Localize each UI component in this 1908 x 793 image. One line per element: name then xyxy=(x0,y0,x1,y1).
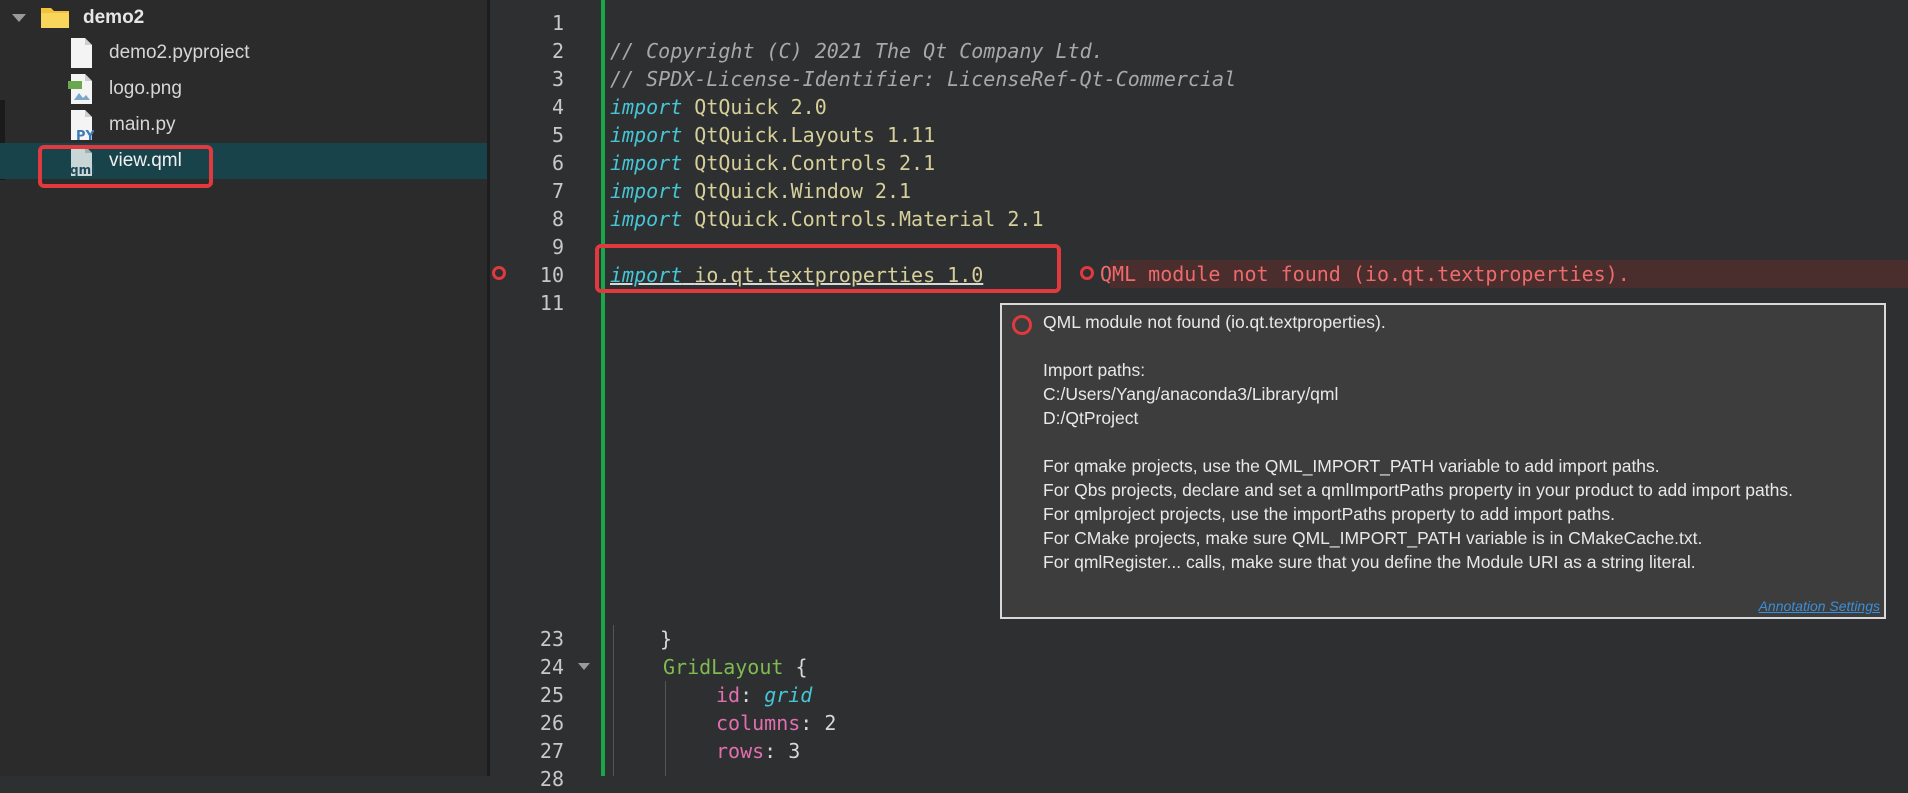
tooltip-hint: For Qbs projects, declare and set a qmlI… xyxy=(1043,480,1793,500)
comment: // Copyright (C) 2021 The Qt Company Ltd… xyxy=(610,39,1104,63)
code-line-2: // Copyright (C) 2021 The Qt Company Ltd… xyxy=(610,37,1104,65)
line-number: 9 xyxy=(551,235,564,259)
line-number: 26 xyxy=(539,711,564,735)
changed-lines-bar xyxy=(601,0,605,776)
line-number: 6 xyxy=(551,151,564,175)
type-name: GridLayout xyxy=(663,655,784,679)
code-line-7: import QtQuick.Window 2.1 xyxy=(610,177,911,205)
colon: : xyxy=(764,739,789,763)
tooltip-import-paths-label: Import paths: xyxy=(1043,360,1146,380)
module-name: QtQuick.Controls.Material 2.1 xyxy=(694,207,1044,231)
line-number: 23 xyxy=(539,627,564,651)
code-line-24: GridLayout { xyxy=(663,653,808,681)
code-line-4: import QtQuick 2.0 xyxy=(610,93,827,121)
tree-item-logo-png[interactable]: logo.png xyxy=(0,71,487,107)
line-number: 11 xyxy=(539,291,564,315)
line-number: 4 xyxy=(551,95,564,119)
code-line-5: import QtQuick.Layouts 1.11 xyxy=(610,121,935,149)
code-editor[interactable]: 1 2 3 4 5 6 7 8 9 10 11 23 24 25 26 27 2… xyxy=(490,0,1908,791)
keyword: import xyxy=(610,179,683,203)
line-number: 25 xyxy=(539,683,564,707)
tree-item-main-py[interactable]: PY main.py xyxy=(0,107,487,143)
module-name: QtQuick.Layouts 1.11 xyxy=(694,123,936,147)
property-name: rows xyxy=(716,739,765,763)
project-tree: demo2 demo2.pyproject logo.png PY main.p… xyxy=(0,0,487,776)
error-marker-icon[interactable] xyxy=(492,266,506,280)
tree-item-label: logo.png xyxy=(109,78,182,99)
indent-guide xyxy=(613,625,614,776)
id-value: grid xyxy=(764,683,813,707)
fold-arrow-icon[interactable] xyxy=(578,663,590,670)
annotation-settings-link[interactable]: Annotation Settings xyxy=(1759,598,1880,614)
line-number: 24 xyxy=(539,655,564,679)
tooltip-import-path: D:/QtProject xyxy=(1043,408,1139,428)
keyword: import xyxy=(610,123,683,147)
tooltip-hint: For qmake projects, use the QML_IMPORT_P… xyxy=(1043,456,1660,476)
chevron-down-icon[interactable] xyxy=(12,14,26,22)
error-icon xyxy=(1012,315,1032,335)
keyword: import xyxy=(610,151,683,175)
svg-text:PY: PY xyxy=(76,129,94,141)
line-number: 28 xyxy=(539,767,564,791)
colon: : xyxy=(800,711,825,735)
tree-item-label: main.py xyxy=(109,114,176,135)
tree-item-demo2-pyproject[interactable]: demo2.pyproject xyxy=(0,35,487,71)
tooltip-hint: For qmlproject projects, use the importP… xyxy=(1043,504,1615,524)
line-number: 2 xyxy=(551,39,564,63)
error-icon xyxy=(1080,266,1094,280)
keyword: import xyxy=(610,95,683,119)
property-value: 2 xyxy=(824,711,837,735)
tooltip-import-path: C:/Users/Yang/anaconda3/Library/qml xyxy=(1043,384,1339,404)
python-file-icon: PY xyxy=(71,110,94,141)
tree-item-demo2-folder[interactable]: demo2 xyxy=(0,0,487,36)
tree-item-label: demo2.pyproject xyxy=(109,42,250,63)
line-number: 5 xyxy=(551,123,564,147)
colon: : xyxy=(740,683,765,707)
code-line-3: // SPDX-License-Identifier: LicenseRef-Q… xyxy=(610,65,1236,93)
tooltip-hint: For CMake projects, make sure QML_IMPORT… xyxy=(1043,528,1703,548)
code-line-23: } xyxy=(660,627,673,651)
line-number: 27 xyxy=(539,739,564,763)
tooltip-hint: For qmlRegister... calls, make sure that… xyxy=(1043,552,1696,572)
file-icon xyxy=(71,38,92,68)
code-line-8: import QtQuick.Controls.Material 2.1 xyxy=(610,205,1044,233)
line-number: 1 xyxy=(551,11,564,35)
tooltip-title: QML module not found (io.qt.textproperti… xyxy=(1043,312,1386,332)
property-value: 3 xyxy=(788,739,801,763)
line-number: 8 xyxy=(551,207,564,231)
line-number: 3 xyxy=(551,67,564,91)
code-line-6: import QtQuick.Controls 2.1 xyxy=(610,149,935,177)
property-name: columns xyxy=(716,711,801,735)
keyword: import xyxy=(610,207,683,231)
code-line-27: rows: 3 xyxy=(716,737,800,765)
inline-error-message[interactable]: QML module not found (io.qt.textproperti… xyxy=(1100,260,1630,288)
line-number-gutter: 1 2 3 4 5 6 7 8 9 10 11 23 24 25 26 27 2… xyxy=(490,0,602,791)
comment: // SPDX-License-Identifier: LicenseRef-Q… xyxy=(610,67,1237,91)
brace: { xyxy=(783,655,808,679)
tree-item-label: demo2 xyxy=(83,7,145,28)
error-import-highlight-box xyxy=(595,244,1061,293)
folder-icon xyxy=(41,8,69,28)
line-number: 7 xyxy=(551,179,564,203)
code-line-25: id: grid xyxy=(716,681,812,709)
error-tooltip: QML module not found (io.qt.textproperti… xyxy=(1000,303,1886,619)
selection-highlight-box xyxy=(38,145,213,188)
indent-guide xyxy=(665,681,666,776)
module-name: QtQuick.Controls 2.1 xyxy=(694,151,936,175)
module-name: QtQuick 2.0 xyxy=(694,95,827,119)
property-name: id xyxy=(716,683,741,707)
image-file-icon xyxy=(68,74,92,104)
code-line-26: columns: 2 xyxy=(716,709,836,737)
module-name: QtQuick.Window 2.1 xyxy=(694,179,912,203)
